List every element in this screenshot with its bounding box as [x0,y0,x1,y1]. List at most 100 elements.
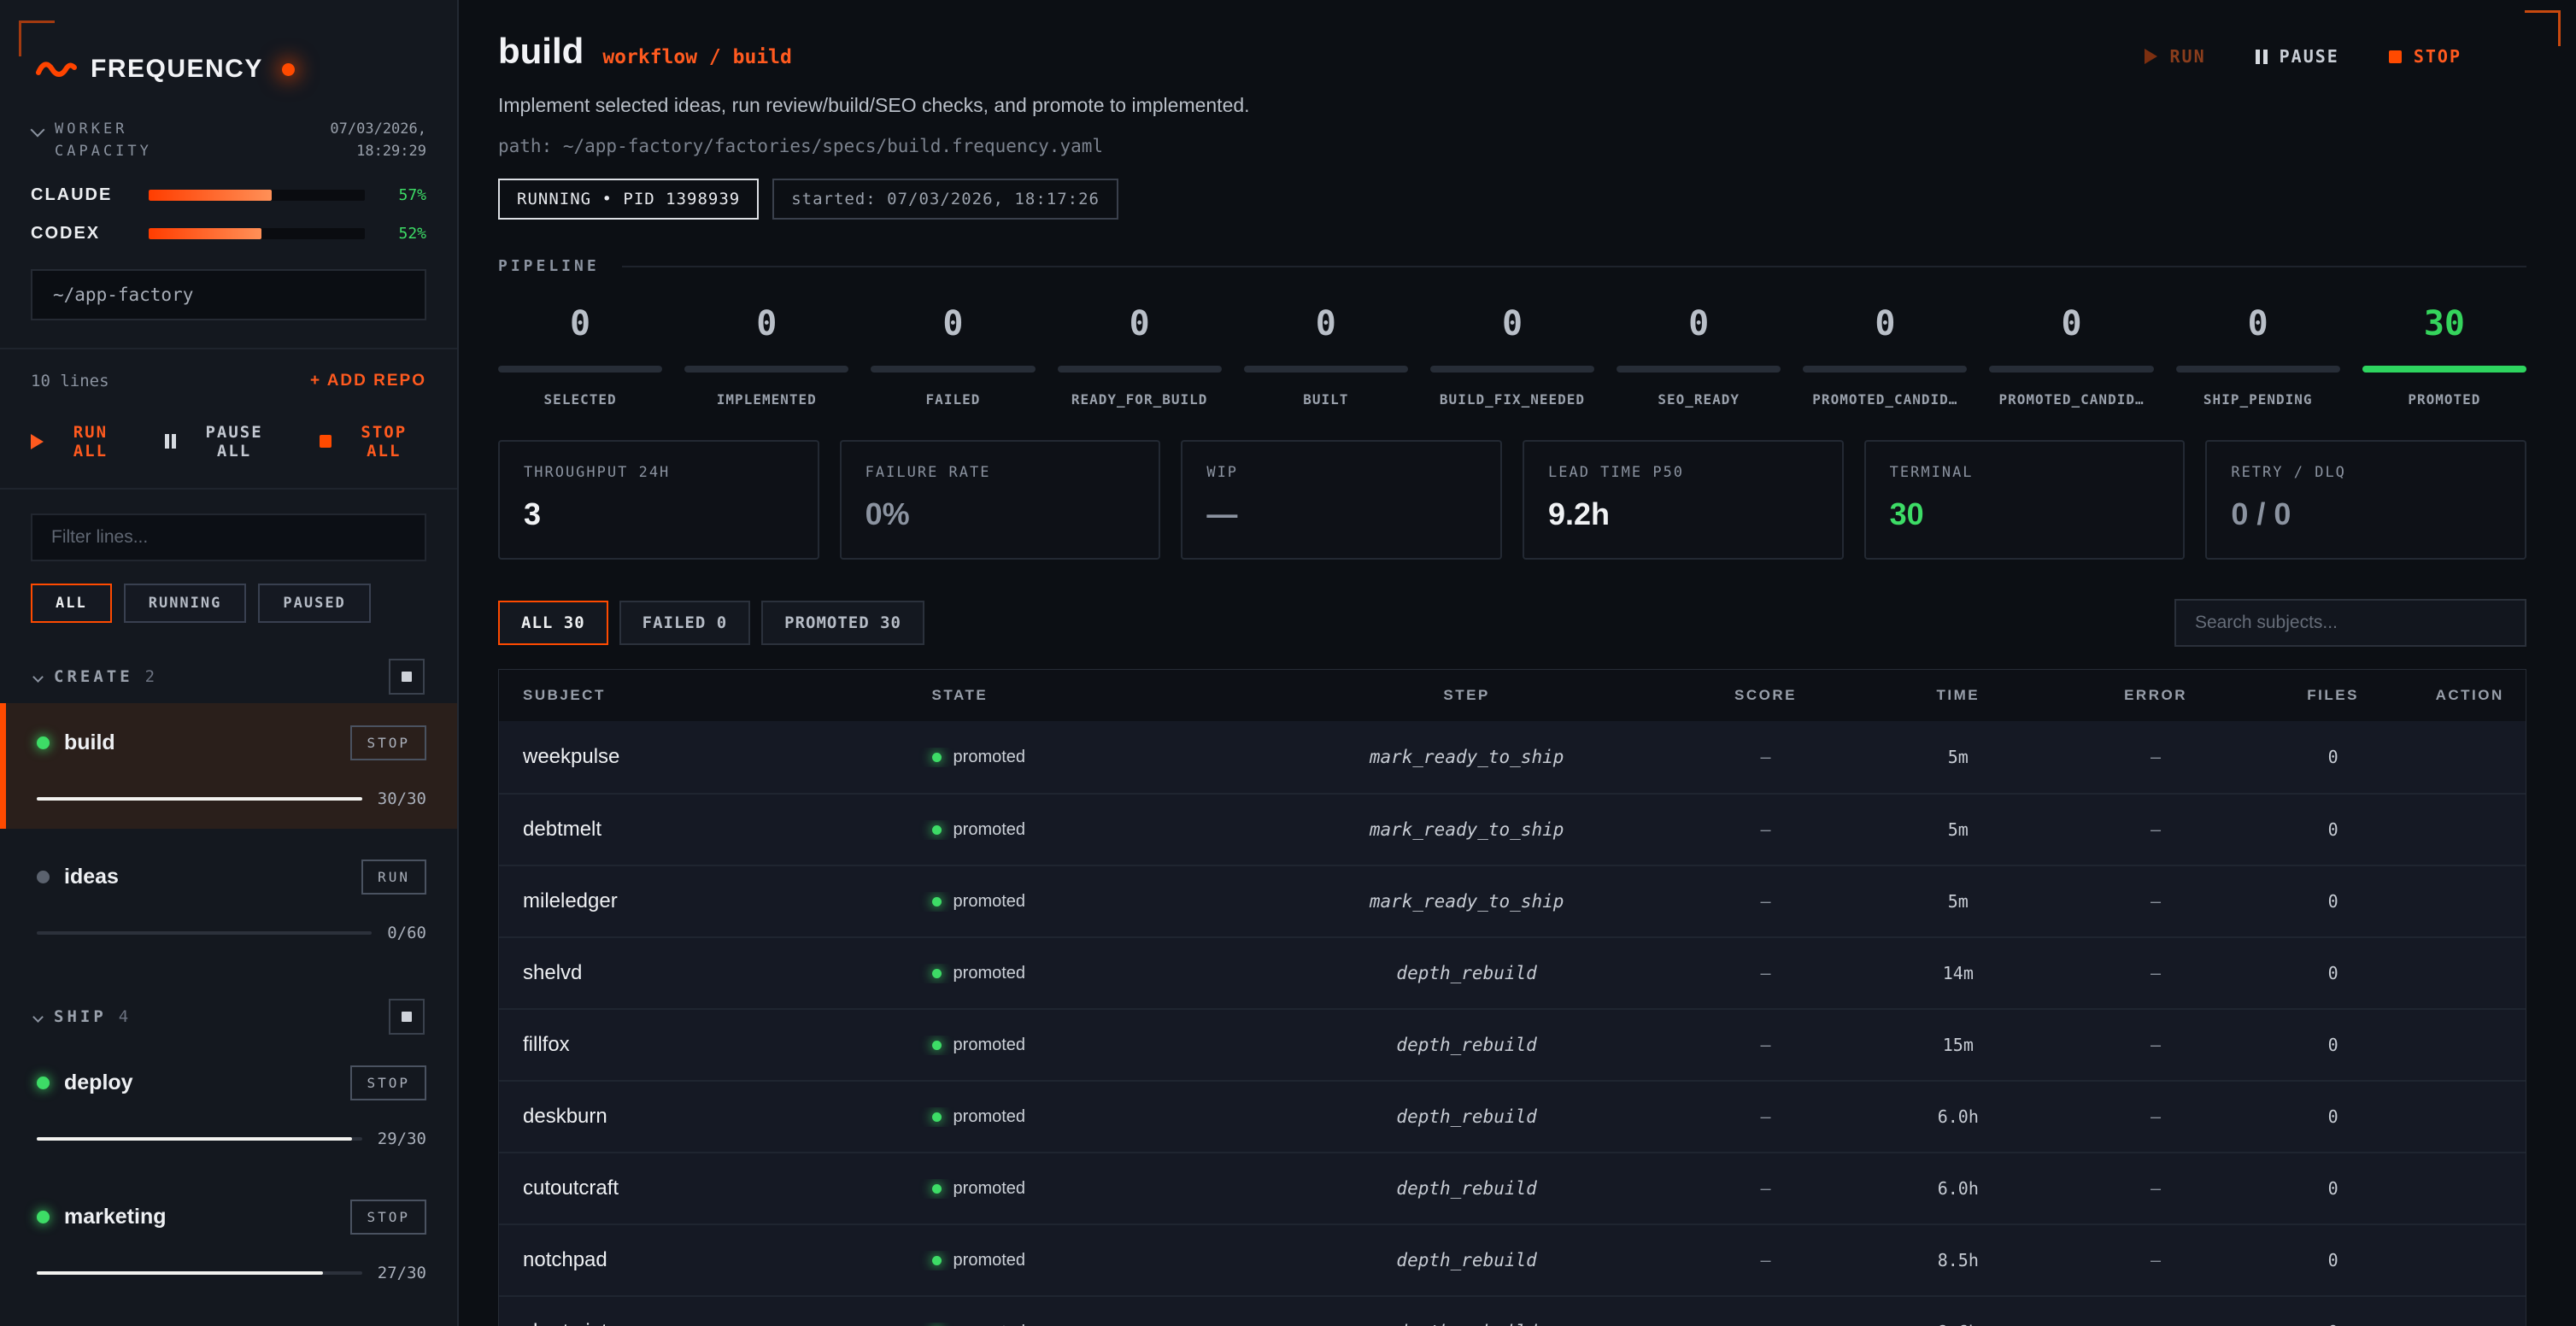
subject-filter-tab[interactable]: ALL 30 [498,601,608,645]
cell-files: 0 [2252,1106,2415,1127]
section-stop-button[interactable] [389,999,425,1035]
table-row[interactable]: shelvd promoted depth_rebuild – 14m – 0 [499,936,2526,1008]
add-repo-button[interactable]: + ADD REPO [310,372,426,390]
cell-error: – [2059,747,2251,767]
lines-count-label: 10 lines [31,372,109,390]
section-stop-button[interactable] [389,659,425,695]
search-subjects-input[interactable] [2174,599,2526,647]
chevron-down-icon [32,672,44,683]
pipeline-stage: 0 BUILT [1244,304,1408,408]
chevron-down-icon [31,123,45,138]
worker-capacity-list: CLAUDE 57% CODEX 52% [31,185,426,243]
worker-capacity-header[interactable]: WORKER CAPACITY 07/03/2026, 18:29:29 [31,118,426,163]
metric-value: — [1206,496,1476,532]
filter-lines-input[interactable] [31,513,426,561]
table-body: weekpulse promoted mark_ready_to_ship – … [499,721,2526,1326]
cell-files: 0 [2252,1322,2415,1326]
table-row[interactable]: weekpulse promoted mark_ready_to_ship – … [499,721,2526,793]
cell-time: 5m [1857,747,2059,767]
stage-bar [684,366,848,373]
stop-label: STOP [2414,46,2462,67]
line-item[interactable]: release STOP 0/30 [0,1311,457,1326]
pipeline-stage: 0 SHIP_PENDING [2176,304,2340,408]
line-progress-fill [37,797,362,801]
table-column-header: ACTION [2414,687,2525,704]
subject-filter-tab[interactable]: PROMOTED 30 [761,601,924,645]
worker-capacity-row: CODEX 52% [31,224,426,243]
corner-bracket-icon [19,21,55,56]
status-dot-icon [282,63,295,76]
workdir-field[interactable]: ~/app-factory [31,269,426,320]
section-lines: deploy STOP 29/30 marketing STOP 27/30 r… [31,1043,426,1326]
metric-cards: THROUGHPUT 24H 3 FAILURE RATE 0% WIP — L… [498,440,2526,560]
pause-all-button[interactable]: PAUSE ALL [165,423,282,461]
line-action-button[interactable]: STOP [350,1200,426,1235]
stop-icon [2389,50,2402,63]
stop-icon [402,1012,412,1022]
filter-chip[interactable]: PAUSED [258,584,370,623]
line-progress-bar [37,1137,362,1141]
run-all-button[interactable]: RUN ALL [31,423,127,461]
cell-score: – [1675,1250,1857,1270]
stage-name: SEO_READY [1617,391,1781,408]
cell-error: – [2059,819,2251,840]
table-row[interactable]: fillfox promoted depth_rebuild – 15m – 0 [499,1008,2526,1080]
play-icon [2145,49,2157,64]
pause-icon [2256,50,2268,64]
line-status-dot [37,736,50,749]
state-label: promoted [954,964,1026,983]
state-dot-icon [932,1256,942,1265]
pipeline-stage: 0 SEO_READY [1617,304,1781,408]
stage-name: FAILED [871,391,1035,408]
line-item[interactable]: deploy STOP 29/30 [0,1043,457,1169]
cell-subject: chartmint [499,1320,895,1326]
run-button[interactable]: RUN [2145,46,2205,67]
pipeline-stage: 0 FAILED [871,304,1035,408]
line-item[interactable]: build STOP 30/30 [0,703,457,829]
section-header[interactable]: SHIP 4 [31,999,426,1035]
state-dot-icon [932,825,942,835]
line-action-button[interactable]: STOP [350,1065,426,1100]
state-label: promoted [954,1323,1026,1326]
line-status-dot [37,1077,50,1089]
filter-chip[interactable]: RUNNING [124,584,247,623]
cell-error: – [2059,1322,2251,1326]
cell-files: 0 [2252,747,2415,767]
cell-score: – [1675,819,1857,840]
line-item[interactable]: marketing STOP 27/30 [0,1177,457,1303]
section-header[interactable]: CREATE 2 [31,659,426,695]
stop-all-button[interactable]: STOP ALL [320,423,426,461]
table-column-header: TIME [1857,687,2059,704]
cell-subject: mileledger [499,889,895,913]
stage-bar [1430,366,1594,373]
stop-button[interactable]: STOP [2389,46,2462,67]
table-column-header: STATE [895,687,1259,704]
line-action-button[interactable]: RUN [361,860,426,895]
table-row[interactable]: deskburn promoted depth_rebuild – 6.0h –… [499,1080,2526,1152]
cell-state: promoted [895,892,1259,912]
metric-card: RETRY / DLQ 0 / 0 [2205,440,2526,560]
table-row[interactable]: notchpad promoted depth_rebuild – 8.5h –… [499,1223,2526,1295]
cell-state: promoted [895,820,1259,840]
table-row[interactable]: debtmelt promoted mark_ready_to_ship – 5… [499,793,2526,865]
filter-chip[interactable]: ALL [31,584,112,623]
cell-time: 5m [1857,819,2059,840]
line-name: ideas [64,865,119,889]
capacity-value: 57% [382,186,426,204]
cell-subject: debtmelt [499,818,895,842]
pipeline-stage: 0 BUILD_FIX_NEEDED [1430,304,1594,408]
metric-label: WIP [1206,464,1476,481]
cell-score: – [1675,1322,1857,1326]
subject-filter-tab[interactable]: FAILED 0 [619,601,751,645]
line-item[interactable]: ideas RUN 0/60 [0,837,457,963]
run-all-label: RUN ALL [54,423,127,461]
capacity-bar [149,228,365,239]
cell-subject: weekpulse [499,745,895,769]
table-column-header: SUBJECT [499,687,895,704]
table-row[interactable]: chartmint promoted depth_rebuild – 8.6h … [499,1295,2526,1326]
table-row[interactable]: mileledger promoted mark_ready_to_ship –… [499,865,2526,936]
table-row[interactable]: cutoutcraft promoted depth_rebuild – 6.0… [499,1152,2526,1223]
line-action-button[interactable]: STOP [350,725,426,760]
app-root: FREQUENCY WORKER CAPACITY 07/03/2026, 18… [0,0,2576,1326]
pause-button[interactable]: PAUSE [2256,46,2339,67]
